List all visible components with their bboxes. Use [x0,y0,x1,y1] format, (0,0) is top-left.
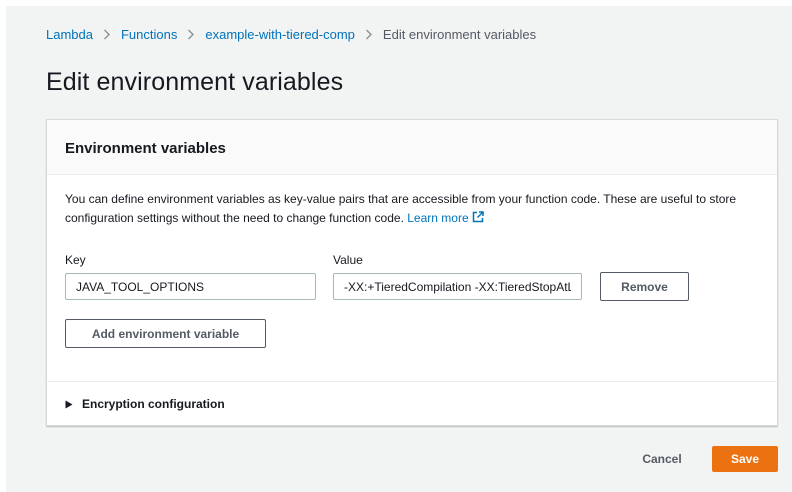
page-title: Edit environment variables [46,68,344,96]
environment-variables-panel: Environment variables You can define env… [46,119,778,426]
key-label: Key [65,253,86,267]
panel-description: You can define environment variables as … [65,190,765,228]
remove-button[interactable]: Remove [600,272,689,301]
value-label: Value [333,253,363,267]
chevron-right-icon [365,29,373,40]
env-key-input[interactable] [65,273,316,300]
learn-more-label: Learn more [407,211,469,225]
learn-more-link[interactable]: Learn more [407,211,484,225]
caret-right-icon [65,400,73,408]
breadcrumb-current: Edit environment variables [382,26,537,42]
external-link-icon [472,211,484,223]
chevron-right-icon [187,29,195,40]
cancel-button[interactable]: Cancel [630,446,694,472]
panel-title: Environment variables [65,140,226,157]
panel-header: Environment variables [47,120,777,175]
save-button[interactable]: Save [712,446,778,472]
encryption-configuration-label: Encryption configuration [82,397,225,411]
chevron-right-icon [103,29,111,40]
description-text: You can define environment variables as … [65,192,737,225]
breadcrumb: Lambda Functions example-with-tiered-com… [46,26,536,42]
encryption-configuration-toggle[interactable]: Encryption configuration [47,381,777,426]
add-environment-variable-button[interactable]: Add environment variable [65,319,266,348]
breadcrumb-functions[interactable]: Functions [121,27,177,42]
env-value-input[interactable] [333,273,582,300]
breadcrumb-lambda[interactable]: Lambda [46,27,93,42]
breadcrumb-function-name[interactable]: example-with-tiered-comp [205,27,355,42]
